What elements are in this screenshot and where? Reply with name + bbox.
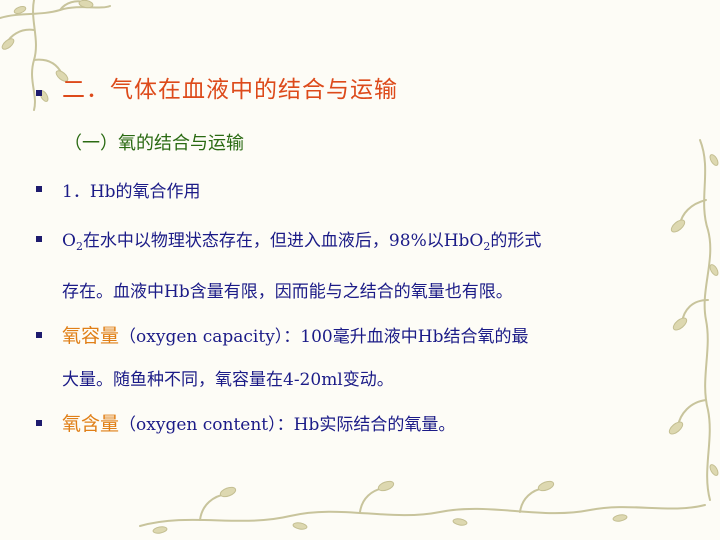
slide-content: 二．气体在血液中的结合与运输 （一）氧的结合与运输 1．Hb的氧合作用 O2在水… — [0, 0, 720, 540]
bullet-icon — [36, 236, 42, 242]
item-oxygen-capacity: 氧容量（oxygen capacity）：100毫升血液中Hb结合氧的最 — [62, 321, 528, 348]
bullet-icon — [36, 90, 42, 96]
bullet-icon — [36, 420, 42, 426]
slide: 二．气体在血液中的结合与运输 （一）氧的结合与运输 1．Hb的氧合作用 O2在水… — [0, 0, 720, 540]
item-oxygen-capacity-line2: 大量。随鱼种不同，氧容量在4-20ml变动。 — [62, 370, 394, 390]
item-o2-text-a: 在水中以物理状态存在，但进入血液后，98%以HbO — [82, 231, 484, 251]
item-oxygen-content: 氧含量（oxygen content）：Hb实际结合的氧量。 — [62, 409, 455, 436]
item-o2-transport: O2在水中以物理状态存在，但进入血液后，98%以HbO2的形式 — [62, 226, 542, 253]
slide-title: 二．气体在血液中的结合与运输 — [62, 77, 398, 103]
bullet-icon — [36, 186, 42, 192]
item-o2-transport-line2: 存在。血液中Hb含量有限，因而能与之结合的氧量也有限。 — [62, 282, 513, 302]
bullet-icon — [36, 332, 42, 338]
item-hb-oxygenation: 1．Hb的氧合作用 — [62, 182, 201, 202]
item-content-text-a: （oxygen content）：Hb实际结合的氧量。 — [119, 415, 456, 435]
item-capacity-text-a: （oxygen capacity）：100毫升血液中Hb结合氧的最 — [119, 327, 529, 347]
term-oxygen-content: 氧含量 — [62, 413, 120, 435]
term-oxygen-capacity: 氧容量 — [62, 325, 120, 347]
item-o2-text-b: 的形式 — [490, 231, 542, 251]
section-subtitle: （一）氧的结合与运输 — [64, 133, 244, 154]
o2-symbol: O — [62, 231, 76, 251]
o2-subscript: 2 — [75, 240, 83, 253]
